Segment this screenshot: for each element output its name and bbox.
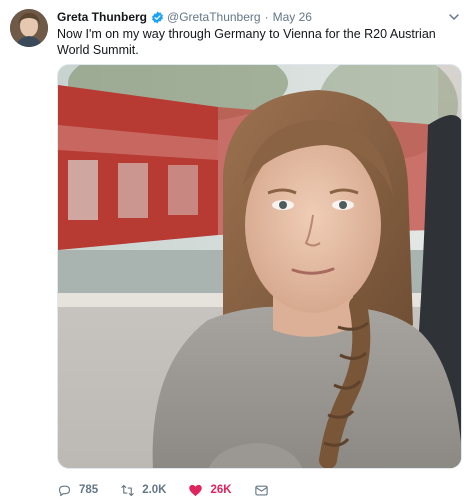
tweet-actions: 785 2.0K 26K [57, 480, 298, 500]
author-name[interactable]: Greta Thunberg [57, 9, 147, 25]
heart-icon [189, 484, 203, 496]
retweet-count: 2.0K [142, 484, 167, 496]
like-count: 26K [210, 484, 232, 496]
reply-button[interactable]: 785 [57, 483, 98, 498]
tweet-text: Now I'm on my way through Germany to Vie… [57, 27, 436, 57]
tweet-header: Greta Thunberg @GretaThunberg · May 26 [57, 9, 312, 25]
like-button[interactable]: 26K [188, 483, 232, 498]
direct-message-button[interactable] [254, 483, 276, 498]
tweet[interactable]: Greta Thunberg @GretaThunberg · May 26 N… [0, 0, 470, 503]
reply-icon [58, 485, 71, 496]
tweet-photo[interactable] [57, 64, 462, 469]
avatar[interactable] [10, 9, 48, 47]
retweet-button[interactable]: 2.0K [120, 483, 166, 498]
direct-message-icon [254, 485, 268, 495]
header-separator: · [264, 10, 269, 24]
chevron-down-icon[interactable] [448, 10, 460, 22]
reply-count: 785 [79, 484, 99, 496]
retweet-icon [121, 484, 134, 496]
tweet-date[interactable]: May 26 [273, 9, 312, 25]
verified-badge-icon [151, 11, 164, 24]
author-handle[interactable]: @GretaThunberg [167, 9, 261, 25]
